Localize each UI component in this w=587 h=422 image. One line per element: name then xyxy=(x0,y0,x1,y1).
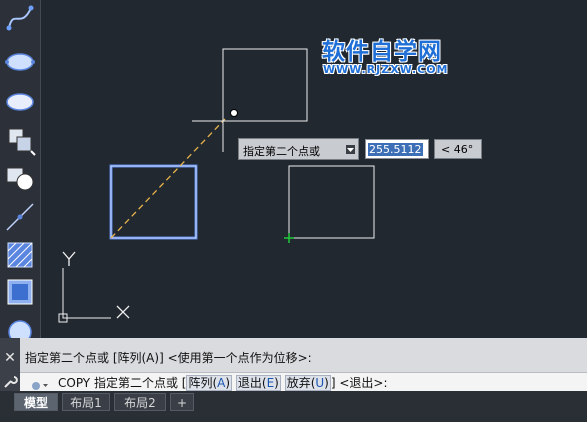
command-name: COPY xyxy=(58,376,91,390)
add-tab-icon[interactable]: + xyxy=(170,393,194,411)
watermark-title: 软件自学网 xyxy=(322,39,442,65)
drawing-canvas[interactable] xyxy=(41,0,587,338)
tab-model[interactable]: 模型 xyxy=(14,393,58,411)
layout-tabs: 模型 布局1 布局2 + xyxy=(0,391,587,422)
tab-layout2[interactable]: 布局2 xyxy=(114,393,166,411)
insert-block-icon[interactable] xyxy=(3,123,37,157)
make-block-icon[interactable] xyxy=(3,162,37,196)
rubberband-line xyxy=(110,118,226,239)
tab-layout1[interactable]: 布局1 xyxy=(62,393,110,411)
command-history: 指定第二个点或 [阵列(A)] <使用第一个点作为位移>: xyxy=(20,338,587,372)
command-suffix: ] <退出>: xyxy=(330,376,388,390)
distance-value: 255.5112 xyxy=(368,143,423,156)
command-line[interactable]: COPY 指定第二个点或 [阵列(A) 退出(E) 放弃(U)] <退出>: xyxy=(20,372,587,391)
point-icon[interactable] xyxy=(3,200,37,234)
ucs-x-icon xyxy=(116,305,130,319)
spline-icon[interactable] xyxy=(3,0,37,34)
command-dropdown-icon[interactable] xyxy=(30,376,50,390)
options-dropdown-icon[interactable] xyxy=(346,145,355,154)
option-array[interactable]: 阵列(A) xyxy=(186,375,233,391)
dynamic-input-prompt-text: 指定第二个点或 xyxy=(243,145,320,158)
dynamic-input-prompt: 指定第二个点或 xyxy=(238,138,359,160)
option-undo[interactable]: 放弃(U) xyxy=(284,375,331,391)
ucs-axes xyxy=(62,268,111,319)
draw-toolbar xyxy=(0,0,41,344)
gradient-icon[interactable] xyxy=(3,275,37,309)
selected-rectangle[interactable] xyxy=(109,164,198,240)
selected-rectangle-inner xyxy=(110,165,197,239)
option-exit[interactable]: 退出(E) xyxy=(235,375,281,391)
angle-display: < 46° xyxy=(434,139,482,159)
command-history-text: 指定第二个点或 [阵列(A)] <使用第一个点作为位移>: xyxy=(25,351,312,365)
ellipse-icon[interactable] xyxy=(3,42,37,76)
ucs-y-icon xyxy=(62,251,76,266)
ellipse-arc-icon[interactable] xyxy=(3,84,37,118)
cursor-marker-icon xyxy=(230,109,238,117)
command-line-text: COPY 指定第二个点或 [阵列(A) 退出(E) 放弃(U)] <退出>: xyxy=(58,374,388,391)
close-icon[interactable]: ✕ xyxy=(0,344,20,372)
command-prompt: 指定第二个点或 [ xyxy=(93,376,187,390)
hatch-icon[interactable] xyxy=(3,238,37,272)
basepoint-marker-icon xyxy=(284,233,294,243)
distance-input[interactable]: 255.5112 xyxy=(365,139,429,159)
wrench-icon[interactable] xyxy=(0,372,20,391)
watermark-url: WWW.RJZXW.COM xyxy=(323,63,449,76)
existing-rectangle xyxy=(288,165,375,239)
